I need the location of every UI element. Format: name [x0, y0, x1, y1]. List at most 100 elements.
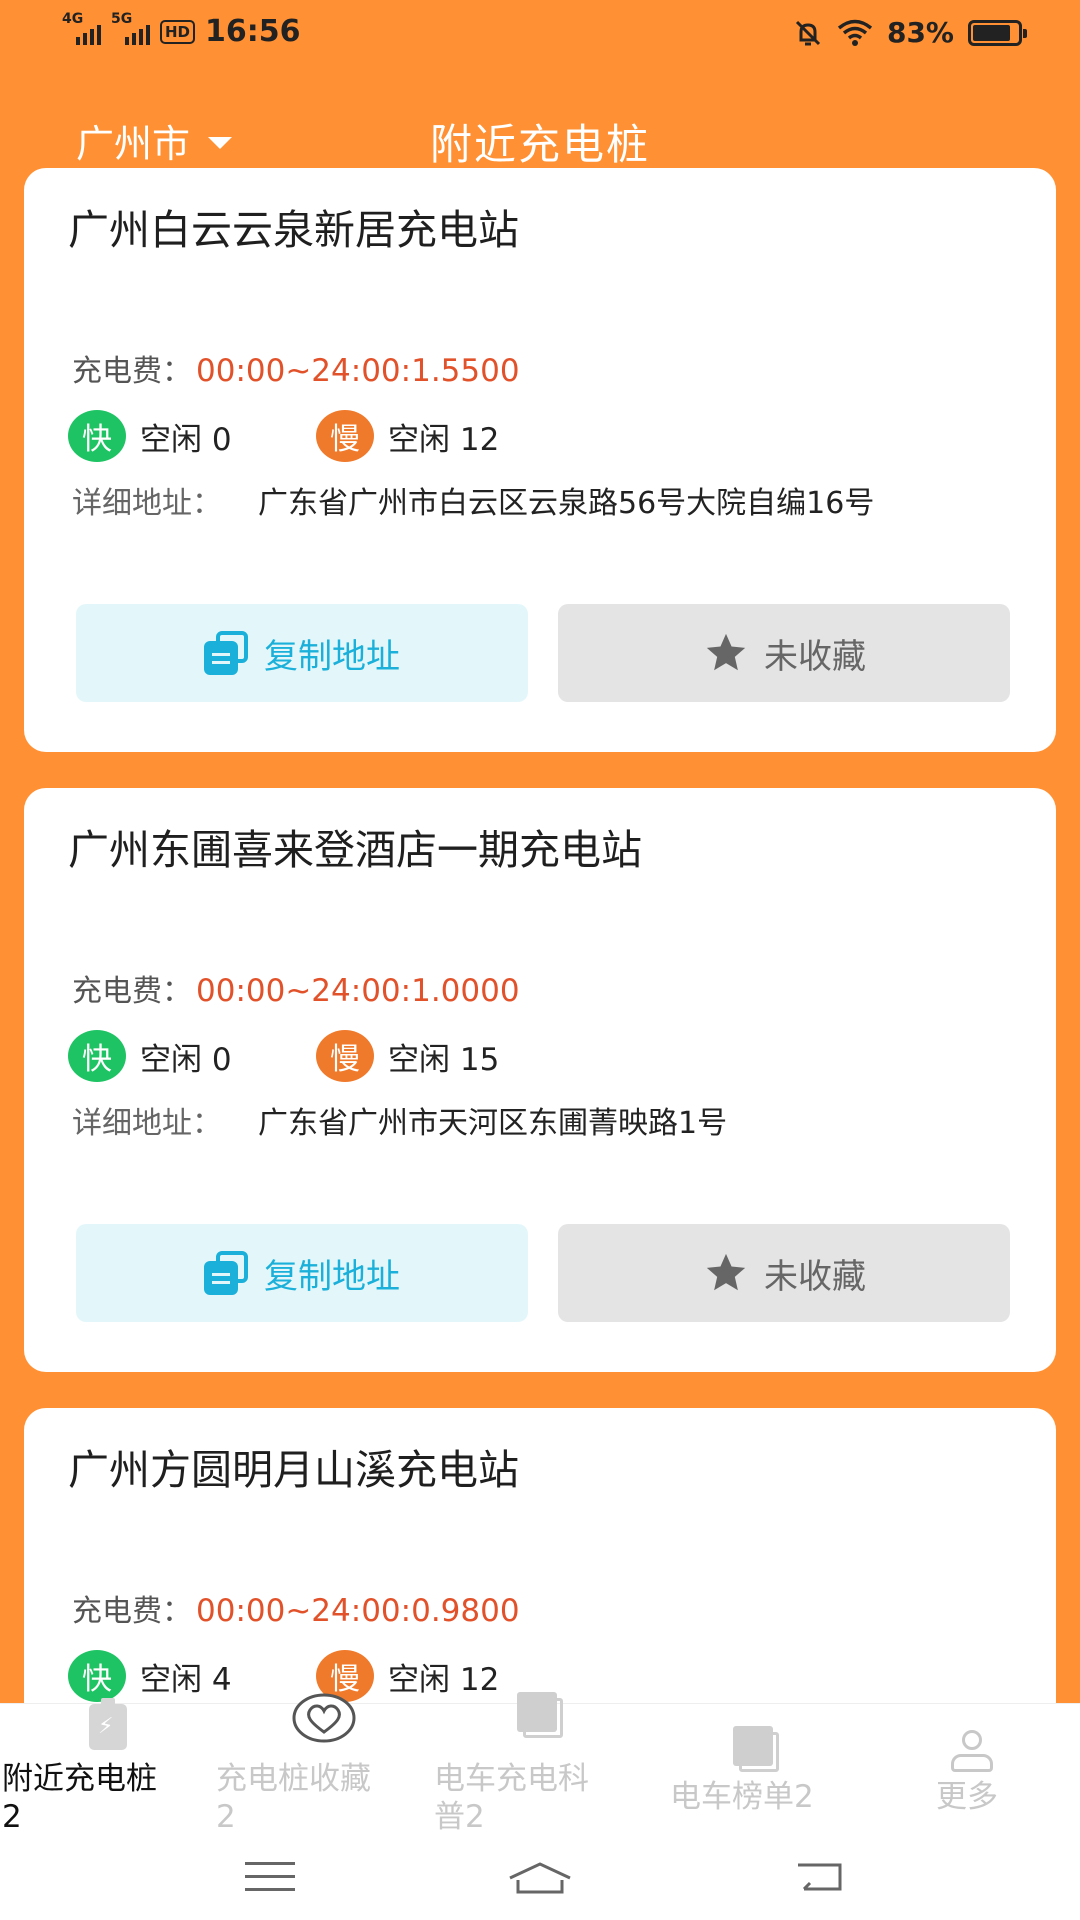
menu-button[interactable] — [210, 1849, 330, 1905]
station-card[interactable]: 广州白云云泉新居充电站 充电费： 00:00~24:00:1.5500 快 空闲 … — [24, 168, 1056, 752]
copy-address-button[interactable]: 复制地址 — [76, 1224, 528, 1322]
star-icon — [706, 633, 746, 671]
tab-label-line1: 电车充电科 — [434, 1761, 589, 1797]
back-icon — [798, 1863, 842, 1891]
favorite-label: 未收藏 — [764, 1256, 866, 1297]
heart-icon — [292, 1693, 356, 1743]
tab-label-line1: 更多 — [936, 1779, 998, 1815]
station-card[interactable]: 广州方圆明月山溪充电站 充电费： 00:00~24:00:0.9800 快 空闲 … — [24, 1408, 1056, 1703]
address-label: 详细地址： — [72, 1106, 222, 1141]
tab-ev-knowledge[interactable]: 电车充电科 普2 — [432, 1692, 648, 1836]
battery-level — [973, 24, 1010, 41]
slow-badge: 慢 — [316, 1030, 374, 1082]
fee-label: 充电费： — [72, 354, 192, 389]
fast-availability: 快 空闲 0 — [68, 410, 316, 462]
system-nav-bar — [0, 1835, 1080, 1920]
slow-availability: 慢 空闲 15 — [316, 1030, 499, 1082]
fast-badge: 快 — [68, 1030, 126, 1082]
status-bar: 4G 5G HD 16:56 83% — [0, 0, 1080, 68]
fee-row: 充电费： 00:00~24:00:1.0000 — [72, 966, 520, 1010]
app-header: 广州市 附近充电桩 — [0, 95, 1080, 175]
book-icon — [517, 1692, 563, 1738]
tab-nearby[interactable]: 附近充电桩 2 — [0, 1698, 216, 1836]
tab-label-line1: 电车榜单2 — [670, 1779, 814, 1815]
tab-label: 更多 — [936, 1778, 998, 1816]
fee-value: 00:00~24:00:1.0000 — [196, 973, 520, 1009]
clock: 16:56 — [205, 14, 301, 49]
availability-row: 快 空闲 0 慢 空闲 12 — [68, 408, 499, 464]
address-label: 详细地址： — [72, 486, 222, 521]
tab-label: 电车充电科 普2 — [434, 1760, 589, 1836]
wifi-icon — [837, 19, 873, 46]
battery-icon — [968, 19, 1027, 46]
tab-ev-ranking[interactable]: 电车榜单2 — [648, 1704, 864, 1836]
fee-label: 充电费： — [72, 974, 192, 1009]
fast-availability: 快 空闲 4 — [68, 1650, 316, 1702]
tab-label: 附近充电桩 2 — [2, 1760, 157, 1836]
hd-icon: HD — [160, 19, 196, 44]
favorite-button[interactable]: 未收藏 — [558, 604, 1010, 702]
star-icon — [706, 1253, 746, 1291]
battery-percent: 83% — [886, 16, 954, 49]
sim2-label: 5G — [111, 10, 133, 27]
book-icon — [733, 1726, 779, 1772]
signal-sim1-icon: 4G — [62, 11, 101, 45]
mute-bell-icon — [795, 20, 821, 45]
bottom-tab-bar: 附近充电桩 2 充电桩收藏 2 电车充电科 普2 电车榜单2 更多 — [0, 1692, 1080, 1836]
station-list[interactable]: 广州白云云泉新居充电站 充电费： 00:00~24:00:1.5500 快 空闲 … — [24, 168, 1056, 1703]
copy-address-label: 复制地址 — [264, 1256, 400, 1297]
tab-favorites[interactable]: 充电桩收藏 2 — [216, 1693, 432, 1836]
slow-badge: 慢 — [316, 410, 374, 462]
availability-row: 快 空闲 0 慢 空闲 15 — [68, 1028, 499, 1084]
station-name: 广州白云云泉新居充电站 — [68, 206, 519, 254]
page-title: 附近充电桩 — [429, 120, 650, 169]
fee-row: 充电费： 00:00~24:00:1.5500 — [72, 346, 520, 390]
tab-label: 充电桩收藏 2 — [216, 1760, 371, 1836]
fee-row: 充电费： 00:00~24:00:0.9800 — [72, 1586, 520, 1630]
fee-value: 00:00~24:00:0.9800 — [196, 1593, 520, 1629]
back-button[interactable] — [760, 1849, 880, 1905]
fee-value: 00:00~24:00:1.5500 — [196, 353, 520, 389]
slow-free-count: 空闲 12 — [388, 421, 500, 458]
fast-free-count: 空闲 4 — [140, 1661, 232, 1698]
menu-icon — [245, 1862, 295, 1892]
favorite-button[interactable]: 未收藏 — [558, 1224, 1010, 1322]
fast-availability: 快 空闲 0 — [68, 1030, 316, 1082]
fee-label: 充电费： — [72, 1594, 192, 1629]
tab-label: 电车榜单2 — [670, 1778, 814, 1816]
charging-icon — [89, 1698, 127, 1750]
copy-icon — [204, 631, 250, 675]
copy-address-button[interactable]: 复制地址 — [76, 604, 528, 702]
fast-badge: 快 — [68, 410, 126, 462]
address-row: 详细地址： 广东省广州市天河区东圃菁映路1号 — [72, 1106, 1012, 1142]
slow-availability: 慢 空闲 12 — [316, 410, 499, 462]
address-value: 广东省广州市白云区云泉路56号大院自编16号 — [258, 486, 875, 521]
status-left: 4G 5G HD 16:56 — [62, 11, 301, 50]
status-right: 83% — [793, 16, 1027, 49]
address-value: 广东省广州市天河区东圃菁映路1号 — [258, 1106, 728, 1141]
fast-free-count: 空闲 0 — [140, 421, 232, 458]
station-card[interactable]: 广州东圃喜来登酒店一期充电站 充电费： 00:00~24:00:1.0000 快 … — [24, 788, 1056, 1372]
availability-row: 快 空闲 4 慢 空闲 12 — [68, 1648, 499, 1703]
fast-free-count: 空闲 0 — [140, 1041, 232, 1078]
slow-free-count: 空闲 12 — [388, 1661, 500, 1698]
sim1-label: 4G — [62, 10, 84, 27]
favorite-label: 未收藏 — [764, 636, 866, 677]
tab-label-line2: 2 — [216, 1799, 236, 1835]
station-name: 广州东圃喜来登酒店一期充电站 — [68, 826, 642, 874]
slow-free-count: 空闲 15 — [388, 1041, 500, 1078]
station-name: 广州方圆明月山溪充电站 — [68, 1446, 519, 1494]
tab-label-line2: 2 — [2, 1799, 22, 1835]
address-row: 详细地址： 广东省广州市白云区云泉路56号大院自编16号 — [72, 486, 1012, 522]
tab-more[interactable]: 更多 — [864, 1704, 1080, 1836]
home-icon — [509, 1862, 571, 1894]
tab-label-line1: 附近充电桩 — [2, 1761, 157, 1797]
copy-icon — [204, 1251, 250, 1295]
signal-sim2-icon: 5G — [111, 11, 150, 45]
user-icon — [951, 1730, 993, 1772]
fast-badge: 快 — [68, 1650, 126, 1702]
home-button[interactable] — [480, 1849, 600, 1905]
tab-label-line2: 普2 — [434, 1799, 485, 1835]
copy-address-label: 复制地址 — [264, 636, 400, 677]
tab-label-line1: 充电桩收藏 — [216, 1761, 371, 1797]
